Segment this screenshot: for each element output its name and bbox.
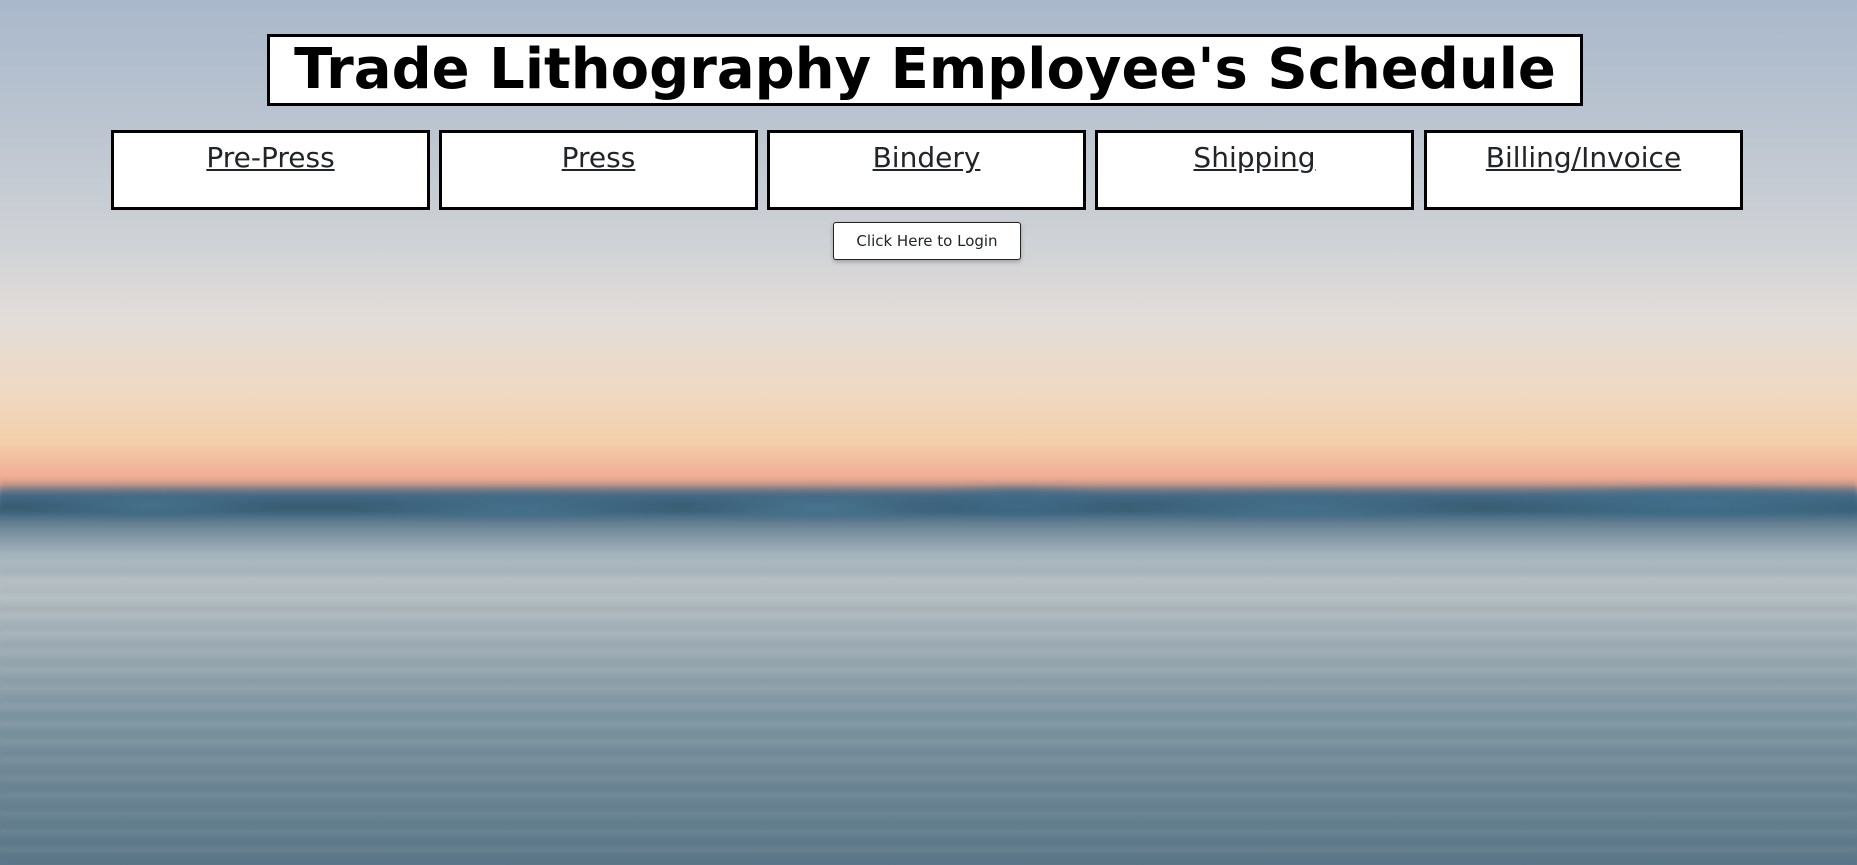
nav-box-pre-press: Pre-Press [111,130,430,210]
nav-box-billing-invoice: Billing/Invoice [1424,130,1743,210]
nav-box-bindery: Bindery [767,130,1086,210]
page-title: Trade Lithography Employee's Schedule [294,37,1556,102]
department-nav: Pre-Press Press Bindery Shipping Billing… [111,130,1743,210]
nav-link-pre-press[interactable]: Pre-Press [206,141,334,175]
background-hills [0,478,1857,516]
nav-box-press: Press [439,130,758,210]
nav-link-press[interactable]: Press [562,141,636,175]
background-water [0,560,1857,865]
login-button[interactable]: Click Here to Login [833,222,1021,260]
nav-link-shipping[interactable]: Shipping [1193,141,1315,175]
title-banner: Trade Lithography Employee's Schedule [267,34,1583,106]
nav-link-billing-invoice[interactable]: Billing/Invoice [1486,141,1681,175]
nav-box-shipping: Shipping [1095,130,1414,210]
nav-link-bindery[interactable]: Bindery [873,141,981,175]
